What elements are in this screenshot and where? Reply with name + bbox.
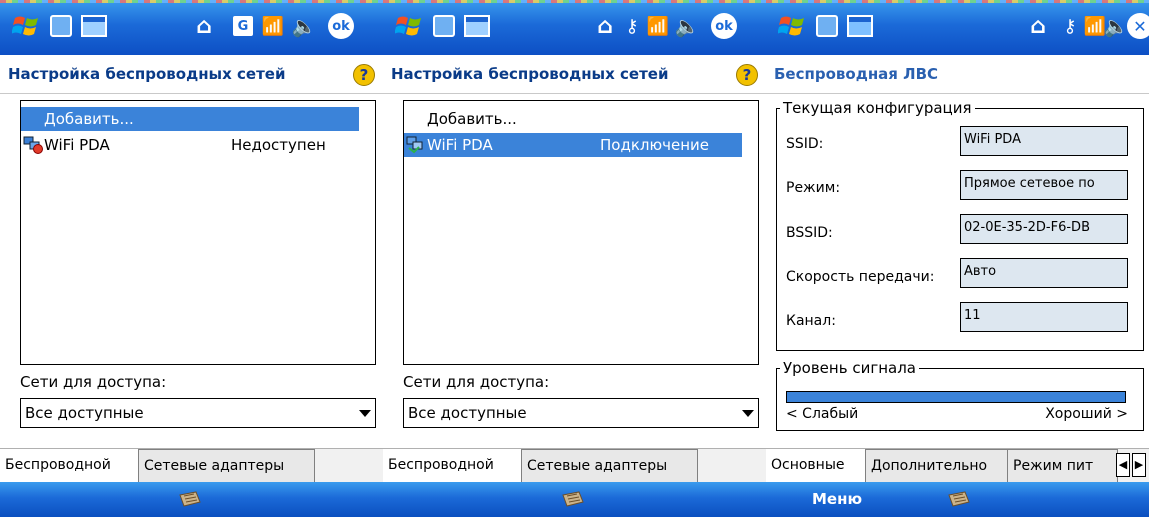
signal-level-fill <box>787 392 1125 402</box>
status-bar-stripe <box>766 0 1149 3</box>
window-app-icon[interactable] <box>463 12 491 40</box>
help-icon[interactable]: ? <box>736 64 758 86</box>
home-icon[interactable]: ⌂ <box>593 12 617 40</box>
network-connecting-icon <box>406 136 423 154</box>
screens-container: ⌂ G 📶 🔈 ok Настройка беспроводных сетей … <box>0 0 1149 517</box>
signal-good-label: Хороший > <box>1045 406 1128 422</box>
ok-icon[interactable]: ok <box>328 13 354 39</box>
tab-bar: Беспроводной Сетевые адаптеры <box>0 448 383 483</box>
tab-basic[interactable]: Основные <box>766 449 866 482</box>
current-config-title: Текущая конфигурация <box>780 99 975 117</box>
keyboard-icon[interactable] <box>178 490 202 508</box>
ok-icon[interactable]: ok <box>711 13 737 39</box>
tab-advanced[interactable]: Дополнительно <box>866 449 1008 482</box>
mode-field: Прямое сетевое по <box>960 170 1128 200</box>
title-bar: Настройка беспроводных сетей ? <box>0 55 383 94</box>
start-menu-icon[interactable] <box>778 12 808 40</box>
status-bar: ⌂ G 📶 🔈 ok <box>0 0 383 55</box>
network-status: Подключение <box>600 136 709 154</box>
networks-filter-dropdown[interactable]: Все доступные <box>20 398 376 428</box>
title-bar: Настройка беспроводных сетей ? <box>383 55 766 94</box>
tab-bar: Беспроводной Сетевые адаптеры <box>383 448 766 483</box>
add-network-label: Добавить... <box>44 110 134 128</box>
network-name: WiFi PDA <box>427 136 493 154</box>
transfer-rate-field: Авто <box>960 258 1128 288</box>
ssid-label: SSID: <box>786 136 824 152</box>
network-list[interactable]: Добавить... WiFi PDA Недоступен <box>20 100 376 365</box>
tab-network-adapters[interactable]: Сетевые адаптеры <box>139 449 315 482</box>
screen-wireless-lan: ⌂ ⚷ 📶 🔈 ✕ Беспроводная ЛВС Текущая конфи… <box>766 0 1149 517</box>
signal-level-title: Уровень сигнала <box>780 359 919 377</box>
network-status: Недоступен <box>231 136 326 154</box>
close-icon[interactable]: ✕ <box>1127 13 1149 39</box>
status-bar-stripe <box>383 0 766 3</box>
status-bar: ⌂ ⚷ 📶 🔈 ✕ <box>766 0 1149 55</box>
page-title: Настройка беспроводных сетей <box>391 65 669 83</box>
speaker-icon[interactable]: 🔈 <box>1104 12 1129 40</box>
list-item-network[interactable]: WiFi PDA Подключение <box>404 133 742 157</box>
add-network-label: Добавить... <box>427 110 517 128</box>
softkey-bar <box>0 482 383 517</box>
list-item-add[interactable]: Добавить... <box>404 107 742 131</box>
speaker-icon[interactable]: 🔈 <box>292 12 317 40</box>
networks-caption: Сети для доступа: <box>403 373 550 391</box>
keyboard-icon[interactable] <box>561 490 585 508</box>
signal-level-bar <box>786 391 1126 403</box>
signal-strength-icon[interactable]: 📶 <box>262 12 284 40</box>
tab-scroll-right-icon[interactable]: ▶ <box>1132 453 1146 477</box>
list-item-network[interactable]: WiFi PDA Недоступен <box>21 133 359 157</box>
networks-filter-dropdown[interactable]: Все доступные <box>403 398 759 428</box>
transfer-rate-label: Скорость передачи: <box>786 269 935 285</box>
wireless-app-icon[interactable] <box>846 12 874 40</box>
keyboard-icon[interactable] <box>947 490 971 508</box>
network-list[interactable]: Добавить... WiFi PDA Подключение <box>403 100 759 365</box>
home-icon[interactable]: ⌂ <box>1026 12 1050 40</box>
tab-network-adapters[interactable]: Сетевые адаптеры <box>522 449 698 482</box>
home-icon[interactable]: ⌂ <box>192 12 216 40</box>
networks-filter-value: Все доступные <box>408 404 527 422</box>
signal-strength-icon[interactable]: 📶 <box>647 12 669 40</box>
start-menu-icon[interactable] <box>12 12 42 40</box>
connection-key-icon[interactable]: ⚷ <box>1058 12 1082 40</box>
screen-wireless-settings-1: ⌂ G 📶 🔈 ok Настройка беспроводных сетей … <box>0 0 383 517</box>
gprs-g-icon[interactable]: G <box>233 16 253 36</box>
network-name: WiFi PDA <box>44 136 110 154</box>
page-title: Беспроводная ЛВС <box>774 65 939 83</box>
start-menu-icon[interactable] <box>395 12 425 40</box>
list-item-add[interactable]: Добавить... <box>21 107 359 131</box>
window-app-icon[interactable] <box>80 12 108 40</box>
ssid-field: WiFi PDA <box>960 126 1128 156</box>
channel-field: 11 <box>960 302 1128 332</box>
chevron-down-icon[interactable] <box>359 410 371 417</box>
signal-weak-label: < Слабый <box>786 406 859 422</box>
networks-filter-value: Все доступные <box>25 404 144 422</box>
softkey-bar <box>383 482 766 517</box>
help-icon[interactable]: ? <box>353 64 375 86</box>
page-title: Настройка беспроводных сетей <box>8 65 286 83</box>
connection-key-icon[interactable]: ⚷ <box>621 12 643 40</box>
networks-caption: Сети для доступа: <box>20 373 167 391</box>
network-unavailable-icon <box>23 136 43 154</box>
device-app-icon[interactable] <box>816 12 838 40</box>
menu-softkey[interactable]: Меню <box>812 490 862 508</box>
device-app-icon[interactable] <box>50 12 72 40</box>
tab-wireless[interactable]: Беспроводной <box>0 449 139 482</box>
screen-wireless-settings-2: ⌂ ⚷ 📶 🔈 ok Настройка беспроводных сетей … <box>383 0 766 517</box>
tab-power-mode[interactable]: Режим пит <box>1008 449 1118 482</box>
status-bar: ⌂ ⚷ 📶 🔈 ok <box>383 0 766 55</box>
tab-scroll-left-icon[interactable]: ◀ <box>1116 453 1130 477</box>
softkey-bar: Меню <box>766 482 1149 517</box>
tab-wireless[interactable]: Беспроводной <box>383 449 522 482</box>
bssid-field: 02-0E-35-2D-F6-DB <box>960 214 1128 244</box>
speaker-icon[interactable]: 🔈 <box>675 12 700 40</box>
chevron-down-icon[interactable] <box>742 410 754 417</box>
title-bar: Беспроводная ЛВС <box>766 55 1149 94</box>
device-app-icon[interactable] <box>433 12 455 40</box>
mode-label: Режим: <box>786 180 841 196</box>
status-bar-stripe <box>0 0 383 3</box>
tab-bar: Основные Дополнительно Режим пит ◀ ▶ <box>766 448 1149 483</box>
channel-label: Канал: <box>786 313 836 329</box>
bssid-label: BSSID: <box>786 225 833 241</box>
